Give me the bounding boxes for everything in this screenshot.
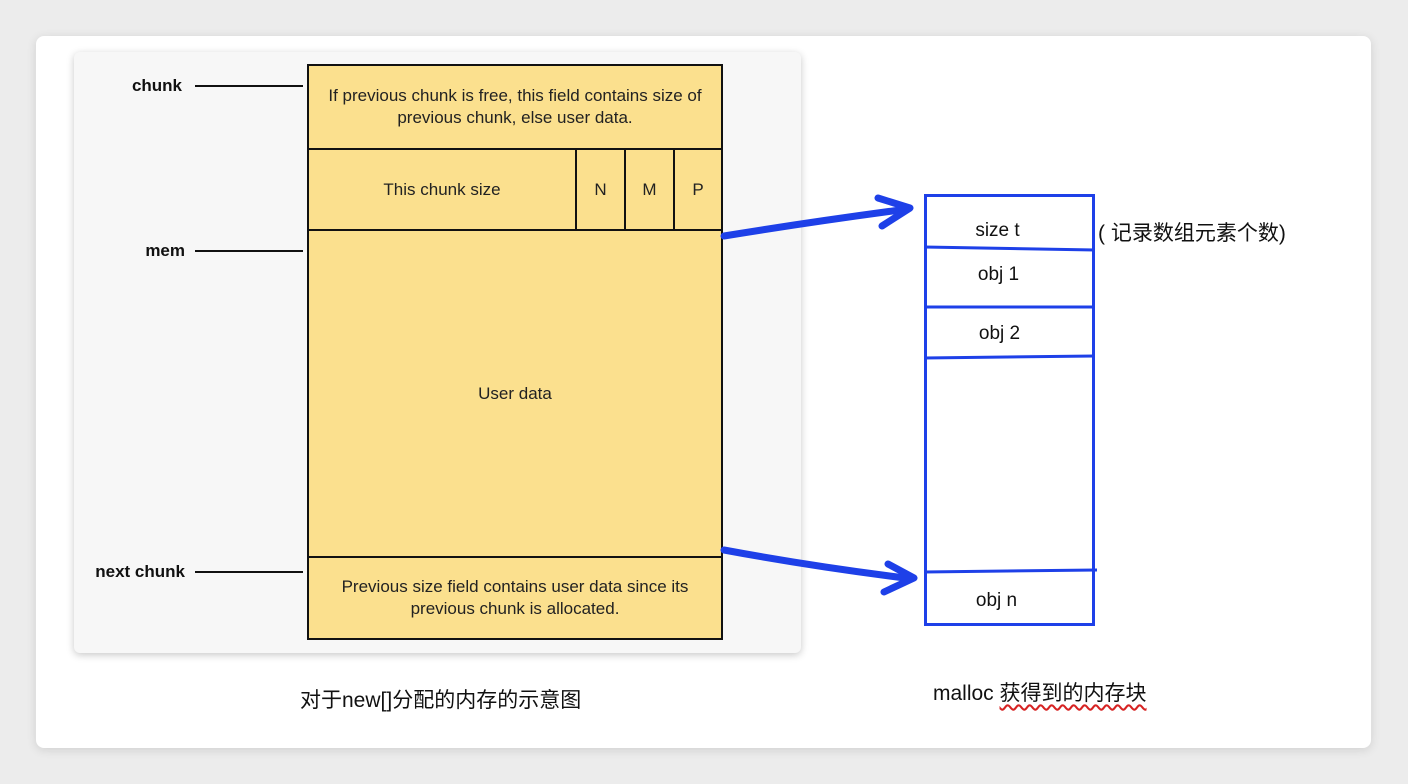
divider-3 [923,354,1096,360]
right-caption: malloc 获得到的内存块 [933,677,1147,707]
blue-arrow-bottom [720,546,918,596]
blue-arrow-top [720,194,914,240]
obj-2-cell: obj 2 [978,323,1021,344]
blue-arrow-bottom-shaft [720,546,909,582]
obj-n-cell: obj n [975,590,1018,611]
blue-arrow-top-shaft [720,206,904,240]
divider-4 [923,568,1098,574]
divider-1 [923,245,1096,252]
obj-1-cell: obj 1 [977,264,1020,285]
right-caption-prefix: malloc [933,682,1000,705]
size-t-cell: size t [975,220,1020,241]
size-annotation: ( 记录数组元素个数) [1098,222,1286,245]
right-caption-underlined: 获得到的内存块 [999,682,1147,705]
annotation-overlay [720,194,1098,596]
blue-dividers [923,245,1098,574]
